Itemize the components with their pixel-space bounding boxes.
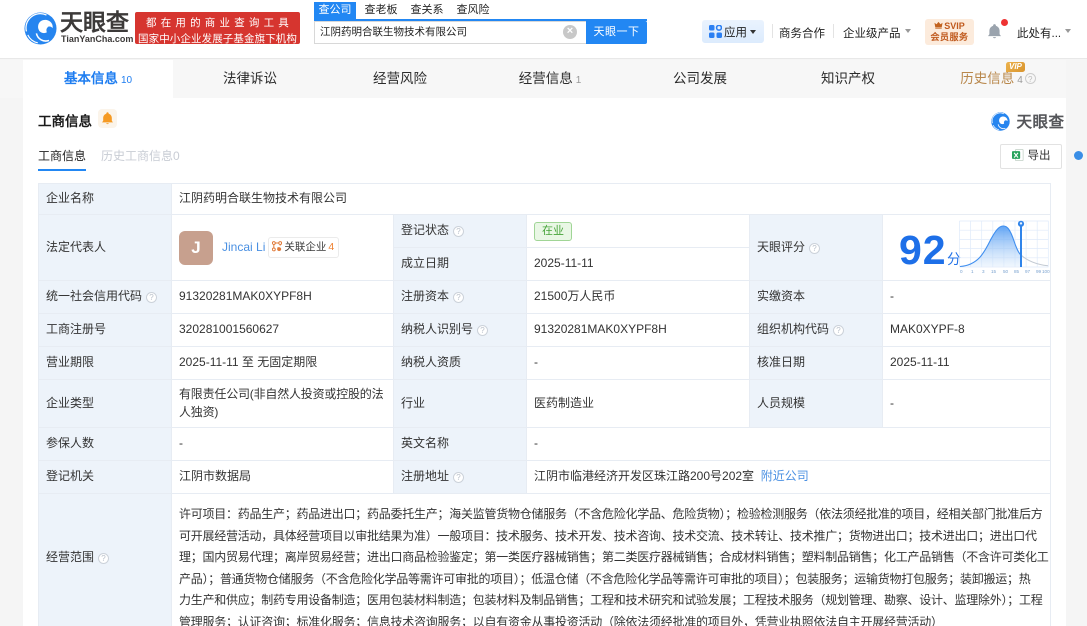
svg-text:50: 50 bbox=[1003, 269, 1009, 274]
svg-text:15: 15 bbox=[991, 269, 997, 274]
svg-text:99: 99 bbox=[1036, 269, 1042, 274]
svg-text:85: 85 bbox=[1014, 269, 1020, 274]
svg-text:0: 0 bbox=[960, 269, 963, 274]
svg-text:3: 3 bbox=[982, 269, 985, 274]
svg-text:100: 100 bbox=[1042, 269, 1050, 274]
svg-text:97: 97 bbox=[1025, 269, 1031, 274]
svg-text:1: 1 bbox=[971, 269, 974, 274]
